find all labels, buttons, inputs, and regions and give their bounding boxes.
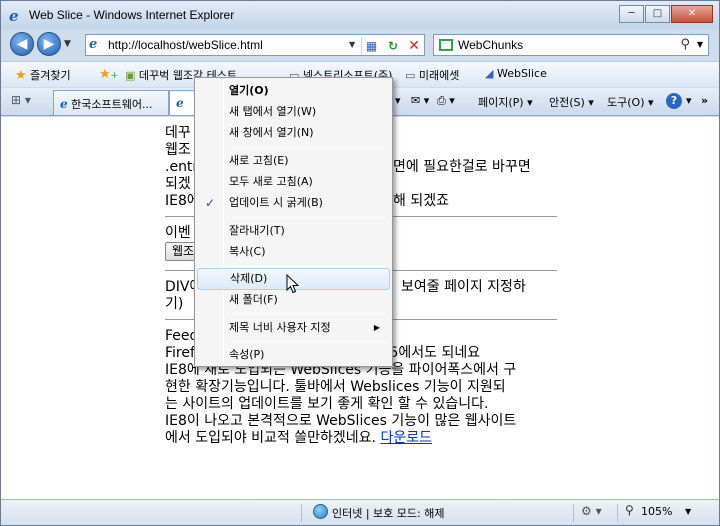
- menu-item-properties[interactable]: 속성(P): [197, 344, 390, 366]
- internet-zone-globe-icon: [313, 504, 328, 519]
- text-line: IE8이 나오고 본격적으로 WebSlices 기능이 많은 웹사이트: [165, 413, 517, 429]
- download-link[interactable]: 다운로드: [380, 430, 432, 446]
- tools-menu-label: 도구(O): [607, 96, 645, 109]
- search-icon[interactable]: ⚲: [680, 37, 690, 52]
- webslice-gallery-icon: ◢: [485, 67, 494, 80]
- menu-item-open-new-window[interactable]: 새 창에서 열기(N): [197, 122, 390, 144]
- window-title: Web Slice - Windows Internet Explorer: [29, 8, 235, 22]
- refresh-icon[interactable]: ↻: [383, 37, 403, 55]
- text-line: 보여줄 페이지 지정하: [401, 279, 526, 295]
- tools-menu[interactable]: 도구(O) ▾: [607, 94, 654, 110]
- window-controls: ─ □ ✕: [618, 5, 713, 23]
- protected-mode-settings-icon[interactable]: ⚙ ▾: [581, 504, 602, 518]
- menu-item-copy[interactable]: 복사(C): [197, 241, 390, 263]
- search-provider-icon: [439, 39, 453, 51]
- search-options-dropdown-icon[interactable]: ▼: [697, 40, 703, 49]
- fav-link-webslice[interactable]: ◢ WebSlice: [485, 67, 547, 80]
- zoom-dropdown-icon[interactable]: ▼: [685, 507, 691, 516]
- address-dropdown-icon[interactable]: ▼: [349, 40, 355, 49]
- menu-separator: [227, 341, 387, 342]
- search-box[interactable]: WebChunks ⚲ ▼: [433, 34, 709, 56]
- text-line: 는 사이트의 업데이트를 보기 좋게 확인 할 수 있습니다.: [165, 396, 489, 412]
- menu-separator: [227, 147, 387, 148]
- status-divider: [617, 504, 618, 522]
- menu-item-open-new-tab[interactable]: 새 탭에서 열기(W): [197, 101, 390, 123]
- search-provider-label[interactable]: WebChunks: [458, 38, 523, 52]
- zoom-magnifier-icon[interactable]: ⚲: [625, 503, 634, 517]
- forward-button[interactable]: ▶: [37, 32, 61, 56]
- add-to-favorites-bar-icon[interactable]: ★+: [99, 67, 118, 82]
- compatibility-view-icon[interactable]: ▦: [361, 37, 381, 55]
- tab-page-icon: e: [176, 96, 184, 110]
- zoom-level[interactable]: 105%: [641, 505, 672, 518]
- title-bar: e Web Slice - Windows Internet Explorer …: [1, 1, 719, 29]
- menu-item-refresh-all[interactable]: 모두 새로 고침(A): [197, 171, 390, 193]
- stop-icon[interactable]: ✕: [404, 37, 424, 55]
- safety-menu-label: 안전(S): [549, 96, 585, 109]
- address-url[interactable]: http://localhost/webSlice.html: [108, 38, 263, 52]
- webslice-feed-icon: ▣: [125, 69, 136, 82]
- status-divider: [301, 504, 302, 522]
- tab-web-slice[interactable]: e: [169, 90, 195, 115]
- menu-item-open[interactable]: 열기(O): [197, 80, 390, 102]
- text-line: 해 되겠죠: [393, 193, 449, 209]
- check-icon: ✓: [205, 196, 216, 210]
- favorites-label: 즐겨찾기: [30, 69, 71, 82]
- page-menu-label: 페이지(P): [478, 96, 524, 109]
- menu-separator: [227, 266, 387, 267]
- menu-item-bold-on-update[interactable]: ✓ 업데이트 시 굵게(B): [197, 192, 390, 214]
- tab-hankook-software[interactable]: e 한국소프트웨어...: [53, 90, 169, 115]
- favorites-star-icon: ★: [15, 68, 27, 83]
- text-line: 면에 필요한걸로 바꾸면: [393, 159, 531, 175]
- fav-link-mirae[interactable]: ▭ 미래에셋: [405, 67, 459, 83]
- favorites-button[interactable]: ★ 즐겨찾기: [15, 67, 71, 83]
- help-dropdown-icon[interactable]: ▾: [686, 94, 692, 107]
- security-zone-status[interactable]: 인터넷 | 보호 모드: 해제: [332, 505, 444, 521]
- navigation-bar: ◀ ▶ ▼ e http://localhost/webSlice.html ▼…: [1, 29, 719, 59]
- close-button[interactable]: ✕: [671, 5, 713, 23]
- webslice-context-menu: 열기(O) 새 탭에서 열기(W) 새 창에서 열기(N) 새로 고침(E) 모…: [194, 77, 393, 367]
- text-line: 에서 도입되야 비교적 쓸만하겠네요. 다운로드: [165, 430, 432, 446]
- fav-link-label: 미래에셋: [418, 69, 460, 82]
- back-button[interactable]: ◀: [10, 32, 34, 56]
- submenu-arrow-icon: ▶: [373, 323, 380, 332]
- menu-item-refresh[interactable]: 새로 고침(E): [197, 150, 390, 172]
- address-bar[interactable]: e http://localhost/webSlice.html ▼ ▦ ↻ ✕: [85, 34, 425, 56]
- ie-logo-icon: e: [9, 7, 19, 25]
- help-icon[interactable]: ?: [666, 93, 682, 109]
- status-bar: 인터넷 | 보호 모드: 해제 ⚙ ▾ ⚲ 105% ▼: [1, 499, 719, 525]
- maximize-button[interactable]: □: [645, 5, 670, 23]
- toolbar-overflow-icon[interactable]: »: [701, 94, 708, 107]
- recent-pages-dropdown-icon[interactable]: ▼: [64, 39, 71, 49]
- menu-item-customize-title-width[interactable]: 제목 너비 사용자 지정 ▶: [197, 317, 390, 339]
- tab-page-icon: e: [60, 97, 68, 111]
- page-icon: ▭: [405, 69, 416, 82]
- status-divider: [573, 504, 574, 522]
- page-icon: e: [89, 37, 98, 52]
- text-line: .5에서도 되네요: [385, 345, 481, 361]
- page-menu[interactable]: 페이지(P) ▾: [478, 94, 533, 110]
- safety-menu[interactable]: 안전(S) ▾: [549, 94, 594, 110]
- tab-label: 한국소프트웨어...: [71, 98, 153, 111]
- minimize-button[interactable]: ─: [619, 5, 644, 23]
- ie-window: e Web Slice - Windows Internet Explorer …: [0, 0, 720, 526]
- menu-separator: [227, 313, 387, 314]
- menu-item-cut[interactable]: 잘라내기(T): [197, 220, 390, 242]
- tab-overflow-icon[interactable]: ▾: [395, 94, 401, 107]
- print-icon[interactable]: ⎙ ▾: [437, 94, 455, 108]
- text-line: 현한 확장기능입니다. 툴바에서 Webslices 기능이 지원되: [165, 379, 506, 395]
- mail-icon[interactable]: ✉ ▾: [411, 94, 429, 107]
- menu-separator: [227, 217, 387, 218]
- quick-tabs-icon[interactable]: ⊞ ▾: [11, 93, 39, 111]
- mouse-pointer-icon: [286, 274, 300, 294]
- fav-link-label: WebSlice: [496, 67, 547, 80]
